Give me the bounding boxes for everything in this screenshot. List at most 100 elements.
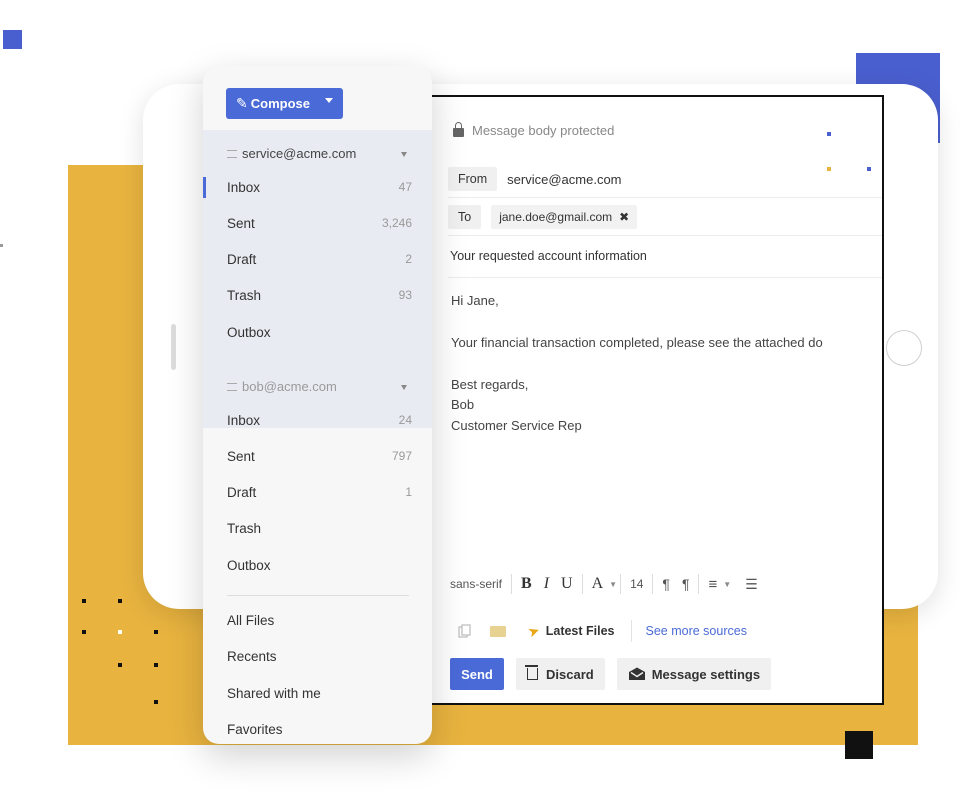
folder-count: 93 [398, 288, 412, 302]
font-size-select[interactable]: 14 [624, 577, 649, 591]
toolbar-separator [652, 574, 654, 594]
decor-dot [82, 599, 86, 603]
sidebar-item-recents[interactable]: Recents [203, 638, 432, 674]
tablet-side-button [171, 324, 176, 370]
send-arrow-icon: ➤ [525, 621, 542, 641]
folder-inbox[interactable]: Inbox 47 [203, 169, 432, 205]
recipient-chip[interactable]: jane.doe@gmail.com ✖ [491, 205, 638, 229]
folder-inbox[interactable]: Inbox 24 [203, 402, 432, 438]
files-label: Recents [227, 648, 277, 664]
decor-dot [154, 630, 158, 634]
send-button[interactable]: Send [450, 658, 504, 690]
pencil-icon: ✎ [236, 95, 248, 111]
to-row: To jane.doe@gmail.com ✖ [448, 199, 882, 236]
italic-button[interactable]: I [538, 575, 555, 593]
message-settings-label: Message settings [651, 666, 761, 682]
chevron-down-icon[interactable] [325, 98, 333, 103]
toolbar-separator [698, 574, 700, 594]
decor-dot [118, 663, 122, 667]
sidebar-item-shared[interactable]: Shared with me [203, 675, 432, 711]
from-value[interactable]: service@acme.com [507, 172, 621, 187]
compose-button[interactable]: ✎ Compose [226, 88, 343, 119]
email-compose-panel: Message body protected From service@acme… [430, 95, 884, 705]
decor-dot [118, 630, 122, 634]
underline-button[interactable]: U [555, 575, 579, 593]
attachment-separator [630, 620, 632, 642]
folder-label: Inbox [227, 412, 261, 428]
divider [448, 277, 882, 278]
sidebar-item-favorites[interactable]: Favorites [203, 711, 432, 744]
protected-label: Message body protected [472, 123, 615, 138]
decor-square-blue [3, 30, 22, 49]
chevron-down-icon[interactable] [401, 152, 407, 157]
subject-field[interactable]: Your requested account information [450, 249, 647, 263]
account-email: bob@acme.com [242, 379, 337, 394]
sidebar-divider [227, 595, 409, 596]
folder-trash[interactable]: Trash [203, 510, 432, 546]
format-toolbar: sans-serif B I U A ▼ 14 ¶ ¶ ≡ ▼ ☰ [448, 569, 882, 599]
discard-button[interactable]: Discard [516, 658, 605, 690]
envelope-settings-icon [628, 667, 645, 680]
latest-files-button[interactable]: ➤ Latest Files [525, 621, 615, 641]
decor-dot [827, 132, 831, 136]
message-settings-button[interactable]: Message settings [616, 658, 772, 690]
body-line[interactable]: Your financial transaction completed, pl… [451, 335, 823, 350]
list-button[interactable]: ☰ [739, 576, 764, 593]
font-color-button[interactable]: A [586, 575, 610, 593]
body-line[interactable]: Hi Jane, [451, 293, 499, 308]
see-more-sources-link[interactable]: See more sources [646, 624, 747, 638]
decor-dot [118, 599, 122, 603]
body-line[interactable]: Customer Service Rep [451, 418, 582, 433]
toolbar-separator [620, 574, 622, 594]
folder-count: 1 [405, 485, 412, 499]
decor-tick [0, 244, 3, 247]
menu-icon [227, 382, 237, 391]
folder-outbox[interactable]: Outbox [203, 547, 432, 583]
sidebar-item-all-files[interactable]: All Files [203, 602, 432, 638]
decor-dot [154, 700, 158, 704]
folder-count: 3,246 [381, 216, 412, 230]
folder-label: Draft [227, 484, 257, 500]
decor-dot [82, 630, 86, 634]
account-header[interactable]: bob@acme.com [227, 379, 337, 394]
folder-label: Outbox [227, 324, 271, 340]
folder-count: 47 [398, 180, 412, 194]
copy-icon[interactable] [458, 624, 472, 638]
folder-label: Outbox [227, 557, 271, 573]
body-line[interactable]: Best regards, [451, 377, 528, 392]
decor-square-black [845, 731, 873, 759]
folder-sent[interactable]: Sent 3,246 [203, 205, 432, 241]
folder-draft[interactable]: Draft 2 [203, 241, 432, 277]
account-header[interactable]: service@acme.com [227, 146, 356, 161]
folder-label: Draft [227, 251, 257, 267]
tablet-home-button [886, 330, 922, 366]
font-family-select[interactable]: sans-serif [448, 577, 508, 591]
latest-files-label: Latest Files [545, 624, 615, 638]
lock-icon [453, 122, 464, 137]
remove-recipient-icon[interactable]: ✖ [619, 210, 629, 224]
folder-icon[interactable] [490, 625, 506, 637]
folder-sent[interactable]: Sent 797 [203, 438, 432, 474]
folder-outbox[interactable]: Outbox [203, 314, 432, 350]
chevron-down-icon[interactable] [401, 385, 407, 390]
folder-label: Inbox [227, 179, 261, 195]
attachment-row: ➤ Latest Files See more sources [458, 619, 747, 643]
files-label: Favorites [227, 721, 283, 737]
toolbar-separator [511, 574, 513, 594]
rtl-button[interactable]: ¶ [676, 576, 696, 592]
bold-button[interactable]: B [515, 575, 538, 593]
chevron-down-icon[interactable]: ▼ [723, 580, 731, 589]
to-tag: To [448, 205, 482, 229]
mail-sidebar: ✎ Compose service@acme.com Inbox 47 Sent… [203, 66, 432, 744]
chevron-down-icon[interactable]: ▼ [609, 580, 617, 589]
body-line[interactable]: Bob [451, 397, 474, 412]
account-email: service@acme.com [242, 146, 357, 161]
ltr-button[interactable]: ¶ [656, 576, 676, 592]
align-button[interactable]: ≡ [702, 576, 723, 593]
folder-draft[interactable]: Draft 1 [203, 474, 432, 510]
folder-count: 797 [391, 449, 412, 463]
recipient-email: jane.doe@gmail.com [499, 210, 613, 224]
folder-trash[interactable]: Trash 93 [203, 277, 432, 313]
menu-icon [227, 149, 237, 158]
folder-count: 24 [398, 413, 412, 427]
